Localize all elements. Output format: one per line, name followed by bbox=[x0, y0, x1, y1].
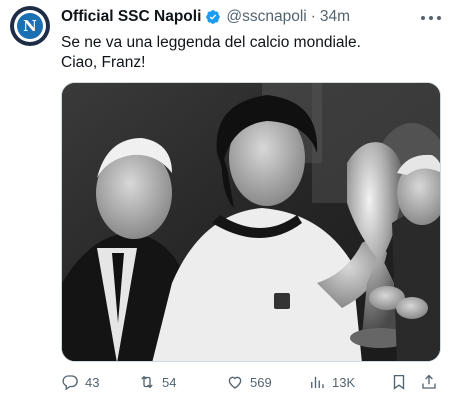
like-button[interactable]: 569 bbox=[226, 372, 272, 392]
heart-icon bbox=[228, 376, 242, 389]
reply-icon bbox=[62, 375, 78, 391]
more-dot bbox=[429, 16, 433, 20]
views-count: 13K bbox=[332, 374, 356, 390]
more-dot bbox=[421, 16, 425, 20]
repost-icon bbox=[141, 375, 153, 389]
tweet-card[interactable]: N Official SSC Napoli @sscnapoli · 34m S… bbox=[0, 0, 455, 403]
napoli-logo: N bbox=[17, 13, 43, 39]
more-icon[interactable] bbox=[421, 10, 441, 26]
tweet-text-line-2: Ciao, Franz! bbox=[61, 54, 146, 71]
verified-badge-icon[interactable] bbox=[205, 9, 221, 25]
avatar-ring: N bbox=[14, 10, 46, 42]
separator-dot: · bbox=[310, 8, 316, 25]
tweet-text: Se ne va una leggenda del calcio mondial… bbox=[61, 33, 441, 73]
views-button[interactable]: 13K bbox=[308, 372, 355, 392]
photo-illustration bbox=[62, 83, 440, 361]
timestamp[interactable]: 34m bbox=[320, 8, 350, 26]
tweet-photo[interactable] bbox=[61, 82, 441, 362]
share-button[interactable] bbox=[420, 372, 438, 392]
tweet-header: Official SSC Napoli @sscnapoli · 34m bbox=[61, 7, 350, 27]
repost-count: 54 bbox=[162, 374, 177, 390]
repost-button[interactable]: 54 bbox=[138, 372, 176, 392]
more-dot bbox=[437, 16, 441, 20]
bookmark-button[interactable] bbox=[390, 372, 408, 392]
like-count: 569 bbox=[250, 374, 272, 390]
reply-button[interactable]: 43 bbox=[61, 372, 99, 392]
views-icon bbox=[311, 376, 324, 388]
author-name[interactable]: Official SSC Napoli bbox=[61, 8, 201, 26]
avatar[interactable]: N bbox=[10, 6, 50, 46]
tweet-text-line-1: Se ne va una leggenda del calcio mondial… bbox=[61, 34, 361, 51]
share-icon bbox=[422, 374, 436, 389]
action-bar: 43 54 569 13K bbox=[61, 372, 441, 392]
author-handle[interactable]: @sscnapoli bbox=[226, 8, 306, 26]
bookmark-icon bbox=[393, 374, 405, 390]
reply-count: 43 bbox=[85, 374, 100, 390]
